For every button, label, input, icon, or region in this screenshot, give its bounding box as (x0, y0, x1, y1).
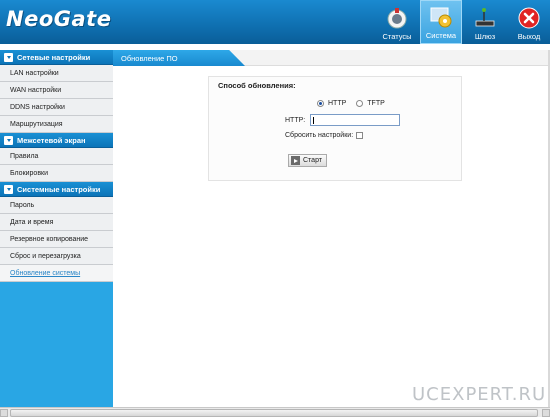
chevron-down-icon (4, 184, 13, 194)
top-header: NeoGate Статусы Система Шлюз Выход (0, 0, 550, 44)
play-icon (291, 156, 300, 165)
gateway-icon (473, 6, 497, 30)
section-system[interactable]: Системные настройки (0, 182, 113, 197)
sidebar-item-backup[interactable]: Резервное копирование (0, 231, 113, 248)
http-label: HTTP: (285, 116, 306, 124)
section-firewall[interactable]: Межсетевой экран (0, 133, 113, 148)
tab-bar: Обновление ПО (113, 50, 548, 66)
scroll-right-icon[interactable] (542, 409, 550, 417)
radio-http-label: HTTP (328, 100, 347, 107)
sidebar-item-system-update[interactable]: Обновление системы (0, 265, 113, 282)
chevron-down-icon (4, 135, 13, 145)
nav-exit-label: Выход (517, 32, 541, 41)
sidebar-item-wan[interactable]: WAN настройки (0, 82, 113, 99)
reset-settings-checkbox[interactable] (356, 132, 364, 139)
chevron-down-icon (4, 52, 13, 62)
nav-exit[interactable]: Выход (508, 0, 550, 44)
sidebar-item-rules[interactable]: Правила (0, 148, 113, 165)
section-network-title: Сетевые настройки (17, 52, 91, 62)
sidebar: Сетевые настройки LAN настройки WAN наст… (0, 50, 113, 407)
sidebar-item-password[interactable]: Пароль (0, 197, 113, 214)
sidebar-item-lan[interactable]: LAN настройки (0, 65, 113, 82)
radio-tftp-label: TFTP (367, 100, 385, 107)
reset-row: Сбросить настройки: (285, 132, 364, 139)
nav-system-label: Система (425, 31, 457, 40)
sidebar-item-routing[interactable]: Маршрутизация (0, 116, 113, 133)
sidebar-item-blocks[interactable]: Блокировки (0, 165, 113, 182)
system-icon (429, 5, 453, 29)
sidebar-item-ddns[interactable]: DDNS настройки (0, 99, 113, 116)
sidebar-item-datetime[interactable]: Дата и время (0, 214, 113, 231)
nav-system[interactable]: Система (420, 0, 462, 44)
nav-status[interactable]: Статусы (376, 0, 418, 44)
update-panel: Способ обновления: HTTP TFTP HTTP: Сброс… (208, 76, 462, 181)
scroll-left-icon[interactable] (0, 409, 8, 417)
top-nav: Статусы Система Шлюз Выход (374, 0, 550, 44)
http-url-input[interactable] (310, 114, 401, 126)
http-row: HTTP: (285, 114, 401, 126)
update-method-radios: HTTP TFTP (317, 100, 395, 107)
radio-tftp-option[interactable]: TFTP (356, 100, 385, 107)
scrollbar-thumb[interactable] (10, 409, 538, 417)
nav-status-label: Статусы (382, 32, 412, 41)
neogate-logo: NeoGate (6, 7, 112, 31)
radio-http[interactable] (317, 100, 324, 107)
horizontal-scrollbar[interactable] (0, 407, 550, 417)
update-method-title: Способ обновления: (218, 81, 296, 90)
nav-gateway-label: Шлюз (474, 32, 496, 41)
exit-icon (517, 6, 541, 30)
watermark: UCEXPERT.RU (412, 384, 547, 405)
start-button-label: Старт (303, 157, 323, 164)
reset-settings-label: Сбросить настройки: (285, 132, 354, 139)
status-icon (385, 6, 409, 30)
section-system-title: Системные настройки (17, 184, 101, 194)
start-button[interactable]: Старт (288, 154, 327, 167)
section-network[interactable]: Сетевые настройки (0, 50, 113, 65)
sidebar-item-reset-reboot[interactable]: Сброс и перезагрузка (0, 248, 113, 265)
radio-tftp[interactable] (356, 100, 364, 107)
radio-http-option[interactable]: HTTP (317, 100, 346, 107)
main-content: Обновление ПО Способ обновления: HTTP TF… (113, 50, 548, 407)
nav-gateway[interactable]: Шлюз (464, 0, 506, 44)
section-firewall-title: Межсетевой экран (17, 135, 86, 145)
tab-firmware-update[interactable]: Обновление ПО (113, 50, 245, 66)
